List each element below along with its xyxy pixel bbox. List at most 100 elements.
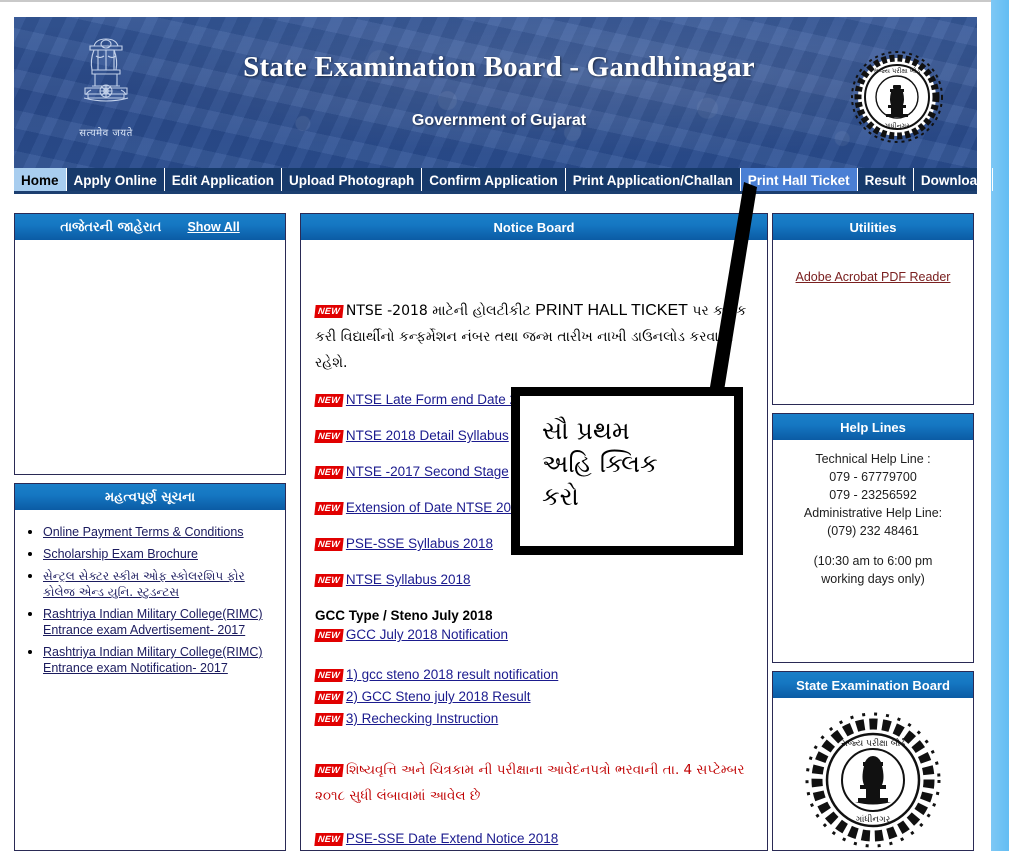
important-notice-list: Online Payment Terms & Conditions Schola… [21,524,279,676]
notice-entry-1: NEW NTSE Late Form end Date 2018 [314,388,753,412]
svg-text:રાજ્ય પરીક્ષા બોર્ડ: રાજ્ય પરીક્ષા બોર્ડ [874,67,921,75]
utilities-body: Adobe Acrobat PDF Reader [773,240,973,292]
nav-item-upload-photograph[interactable]: Upload Photograph [282,168,423,191]
utilities-header: Utilities [773,214,973,240]
nav-item-home[interactable]: Home [14,168,67,191]
page-title: State Examination Board - Gandhinagar [243,51,755,83]
nav-item-result[interactable]: Result [858,168,914,191]
notice-link-gcc-july-notification[interactable]: GCC July 2018 Notification [346,627,508,642]
notice-board-header: Notice Board [301,214,767,240]
browser-top-edge [0,0,991,5]
new-badge-icon: NEW [314,764,344,777]
gcc-section-title: GCC Type / Steno July 2018 [315,608,493,623]
page-right-strip [991,0,1009,851]
state-examination-board-title: State Examination Board [796,677,950,693]
notice-link-pse-sse-syllabus[interactable]: PSE-SSE Syllabus 2018 [346,536,493,551]
important-notice-panel: મહત્વપૂર્ણ સૂચના Online Payment Terms & … [14,483,286,851]
new-badge-icon: NEW [314,691,344,704]
svg-text:ગાંધીનગર: ગાંધીનગર [884,122,910,130]
nav-item-apply-online[interactable]: Apply Online [67,168,165,191]
help-hours-line-1: (10:30 am to 6:00 pm [813,554,933,568]
notice-entry-2: NEW NTSE 2018 Detail Syllabus [314,424,753,448]
help-hours-line-2: working days only) [821,572,925,586]
technical-phone-2: 079 - 23256592 [829,488,917,502]
notice-entry-hallticket: NEW NTSE -2018 માટેની હોલટીકીટ PRINT HALL… [314,298,753,376]
notice-entry-10: NEW 2) GCC Steno july 2018 Result [314,687,753,707]
notice-link-rechecking-instruction[interactable]: 3) Rechecking Instruction [346,711,498,726]
important-link-1[interactable]: Scholarship Exam Brochure [43,547,198,561]
notice-board-title: Notice Board [493,219,575,235]
help-lines-header: Help Lines [773,414,973,440]
list-item: Rashtriya Indian Military College(RIMC) … [43,606,279,638]
nav-item-confirm-application[interactable]: Confirm Application [422,168,566,191]
notice-link-ntse-2017-second-stage[interactable]: NTSE -2017 Second Stage [346,464,509,479]
state-examination-board-panel: State Examination Board રાજ્ય પરીક્ષા બો… [772,671,974,851]
new-badge-icon: NEW [314,466,344,479]
notice-link-extension-of-date[interactable]: Extension of Date NTSE 2018 [346,500,526,515]
utilities-panel: Utilities Adobe Acrobat PDF Reader [772,213,974,405]
latest-announcement-header: તાજેતરની જાહેરાત Show All [15,214,285,240]
nav-item-print-application-challan[interactable]: Print Application/Challan [566,168,741,191]
list-item: સેન્ટ્રલ સેક્ટર સ્કીમ ઓફ સ્કોલરશિપ ફોર ક… [43,568,279,600]
nav-item-download[interactable]: Download [914,168,994,191]
new-badge-icon: NEW [314,629,344,642]
page-root: सत्यमेव जयते State Examination Board - G… [0,0,1009,851]
notice-entry-5: NEW PSE-SSE Syllabus 2018 [314,532,753,556]
seb-official-seal-icon: રાજ્ય પરીક્ષા બોર્ડ ગાંધીનગર [849,49,945,145]
notice-entry-9: NEW 1) gcc steno 2018 result notification [314,665,753,685]
important-link-0[interactable]: Online Payment Terms & Conditions [43,525,244,539]
new-badge-icon: NEW [314,538,344,551]
list-item: Rashtriya Indian Military College(RIMC) … [43,644,279,676]
notice-link-pse-sse-date-extend[interactable]: PSE-SSE Date Extend Notice 2018 [346,831,558,846]
notice-text-before: NTSE -2018 માટેની હોલટીકીટ [345,303,536,319]
administrative-help-line-label: Administrative Help Line: [803,506,943,520]
help-lines-title: Help Lines [840,419,906,435]
header-title-block: State Examination Board - Gandhinagar Go… [164,51,834,130]
notice-link-gcc-steno-result-notification[interactable]: 1) gcc steno 2018 result notification [346,667,558,682]
latest-announcement-panel: તાજેતરની જાહેરાત Show All [14,213,286,475]
important-link-4[interactable]: Rashtriya Indian Military College(RIMC) … [43,645,263,675]
notice-entry-4: NEW Extension of Date NTSE 2018 [314,496,753,520]
technical-phone-1: 079 - 67779700 [829,470,917,484]
important-notice-body: Online Payment Terms & Conditions Schola… [15,510,285,688]
notice-entry-8: NEW GCC July 2018 Notification [314,625,753,645]
notice-link-gcc-steno-july-result[interactable]: 2) GCC Steno july 2018 Result [346,689,531,704]
notice-link-ntse-late-form[interactable]: NTSE Late Form end Date 2018 [346,392,540,407]
notice-entry-13: NEW PSE-SSE Date Extend Notice 2018 [314,827,753,850]
svg-text:રાજ્ય પરીક્ષા બોર્ડ: રાજ્ય પરીક્ષા બોર્ડ [841,737,905,749]
list-item: Scholarship Exam Brochure [43,546,279,562]
important-notice-title: મહત્વપૂર્ણ સૂચના [104,489,196,505]
notice-entry-11: NEW 3) Rechecking Instruction [314,709,753,729]
emblem-motto: सत्यमेव जयते [79,128,133,139]
latest-announcement-title: તાજેતરની જાહેરાત [60,219,162,235]
india-state-emblem-icon: सत्यमेव जयते [60,32,152,150]
svg-text:ગાંધીનગર: ગાંધીનગર [856,814,891,825]
page-subtitle: Government of Gujarat [411,112,587,129]
help-lines-body: Technical Help Line : 079 - 67779700 079… [773,440,973,596]
notice-gujarati-red-text: શિષ્યવૃત્તિ અને ચિત્રકામ ની પરીક્ષાના આવ… [315,762,745,804]
main-navigation: Home Apply Online Edit Application Uploa… [14,168,994,194]
new-badge-icon: NEW [314,394,344,407]
new-badge-icon: NEW [314,833,344,846]
new-badge-icon: NEW [314,305,344,318]
utilities-title: Utilities [849,219,897,235]
notice-link-ntse-2018-detail-syllabus[interactable]: NTSE 2018 Detail Syllabus [346,428,509,443]
state-examination-board-header: State Examination Board [773,672,973,698]
nav-item-print-hall-ticket[interactable]: Print Hall Ticket [740,168,858,191]
new-badge-icon: NEW [314,502,344,515]
site-header: सत्यमेव जयते State Examination Board - G… [14,17,977,169]
notice-link-ntse-syllabus-2018[interactable]: NTSE Syllabus 2018 [346,572,471,587]
new-badge-icon: NEW [314,430,344,443]
notice-entry-3: NEW NTSE -2017 Second Stage [314,460,753,484]
adobe-acrobat-pdf-reader-link[interactable]: Adobe Acrobat PDF Reader [783,270,963,284]
important-link-2[interactable]: સેન્ટ્રલ સેક્ટર સ્કીમ ઓફ સ્કોલરશિપ ફોર ક… [43,569,245,599]
important-link-3[interactable]: Rashtriya Indian Military College(RIMC) … [43,607,263,637]
nav-item-edit-application[interactable]: Edit Application [165,168,283,191]
new-badge-icon: NEW [314,713,344,726]
notice-board-panel: Notice Board NEW NTSE -2018 માટેની હોલટીક… [300,213,768,851]
state-examination-board-body: રાજ્ય પરીક્ષા બોર્ડ ગાંધીનગર [773,698,973,851]
notice-entry-12: NEW શિષ્યવૃત્તિ અને ચિત્રકામ ની પરીક્ષાના… [314,757,753,809]
print-hall-ticket-link[interactable]: PRINT HALL TICKET [535,302,688,319]
show-all-link[interactable]: Show All [187,220,239,234]
notice-board-body: NEW NTSE -2018 માટેની હોલટીકીટ PRINT HALL… [301,240,767,850]
